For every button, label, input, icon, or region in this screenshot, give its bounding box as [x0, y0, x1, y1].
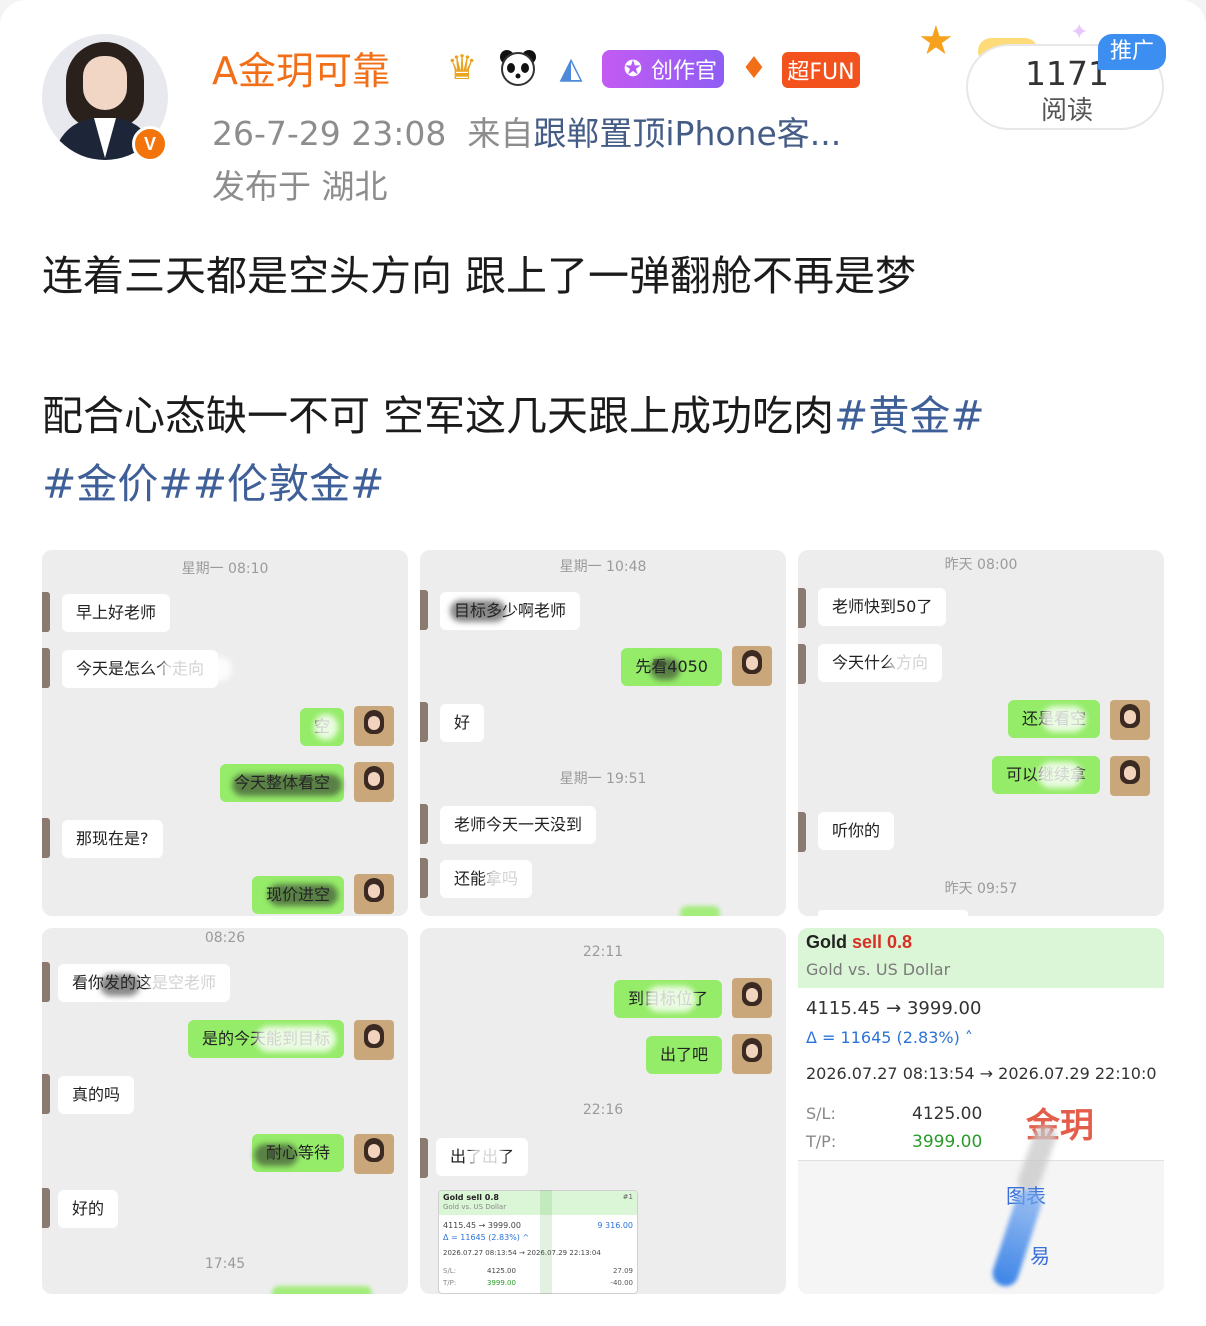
promo-badge[interactable]: 推广	[1098, 34, 1166, 70]
creator-badge[interactable]: ✪ 创作官	[602, 50, 724, 88]
teacher-avatar	[732, 646, 772, 686]
hashtag-london-gold[interactable]: #伦敦金#	[193, 460, 385, 508]
image-tile-5[interactable]: 22:11 到目标位了 出了吧 22:16 出了出了 Gold sell 0.8…	[420, 928, 786, 1294]
chat-bubble-left: 听你的	[818, 812, 895, 850]
teacher-avatar	[354, 762, 394, 802]
teacher-avatar	[354, 706, 394, 746]
teacher-avatar	[354, 874, 394, 914]
image-tile-4[interactable]: 08:26 看你发的这是空老师 是的今天能到目标 真的吗 耐心等待 好的 17:…	[42, 928, 408, 1294]
teacher-avatar	[1110, 756, 1150, 796]
chat-time: 星期一 08:10	[181, 561, 269, 577]
hashtag-gold[interactable]: #黄金#	[834, 392, 985, 440]
tp-label: T/P:	[806, 1132, 837, 1151]
sl-value: 4125.00	[912, 1104, 983, 1124]
mini-id: #1	[622, 1193, 633, 1201]
diamond-badge-icon[interactable]: ♦	[732, 46, 776, 90]
trade-prices: 4115.45 → 3999.00	[806, 998, 982, 1019]
mini-prices: 4115.45 → 3999.00	[443, 1221, 521, 1230]
image-tile-6[interactable]: Gold sell 0.8 Gold vs. US Dollar 4115.45…	[798, 928, 1164, 1294]
creator-badge-label: 创作官	[650, 59, 717, 84]
hashtag-gold-price[interactable]: #金价#	[42, 460, 193, 508]
post-location: 发布于 湖北	[212, 167, 388, 206]
image-tile-1[interactable]: 星期一 08:10 早上好老师 今天是怎么个走向 空 今天整体看空 那现在是? …	[42, 550, 408, 916]
image-tile-3[interactable]: 昨天 08:00 老师快到50了 今天什么方向 还是看空 可以继续拿 听你的 昨…	[798, 550, 1164, 916]
chat-bubble-right: 出了吧	[645, 1036, 722, 1074]
chat-time: 星期一 10:48	[559, 559, 647, 575]
post-timestamp: 26-7-29 23:08	[212, 114, 447, 153]
trade-title: Gold sell 0.8	[806, 932, 912, 953]
post-text-line-2: 配合心态缺一不可 空军这几天跟上成功吃肉#黄金#	[42, 382, 985, 450]
chat-time: 08:26	[204, 930, 246, 946]
crown-badge-icon[interactable]: ♛	[436, 46, 488, 90]
teacher-avatar	[732, 978, 772, 1018]
source-prefix: 来自	[467, 114, 534, 153]
tp-value: 3999.00	[912, 1132, 983, 1152]
weibo-post-card: V A金玥可靠 ♛ ◭ ✪ 创作官 ♦ 超FUN 26-7-29 23:08 来…	[0, 0, 1206, 1326]
chat-bubble-left: 好	[440, 704, 485, 742]
mini-sl-label: S/L:	[443, 1267, 457, 1275]
chat-bubble-left: 老师今天一天没到	[440, 806, 597, 844]
mini-sl: 4125.00	[487, 1267, 516, 1275]
post-text-line-3: #金价##伦敦金#	[42, 450, 384, 518]
chat-time: 星期一 19:51	[559, 771, 647, 787]
chat-time: 昨天 09:57	[944, 881, 1018, 897]
chat-bubble-left: 好的	[58, 1190, 119, 1228]
trade-screenshot-thumbnail: Gold sell 0.8 #1 Gold vs. US Dollar 4115…	[438, 1190, 638, 1294]
mini-title: Gold sell 0.8	[443, 1193, 499, 1202]
mini-right1: 27.09	[612, 1267, 633, 1275]
mini-right2: -40.00	[610, 1279, 633, 1287]
chat-time: 22:16	[582, 1102, 624, 1118]
trade-delta: Δ = 11645 (2.83%) ˄	[806, 1028, 973, 1047]
teacher-avatar	[354, 1134, 394, 1174]
chat-bubble-left: 真的吗	[58, 1076, 135, 1114]
read-label: 阅读	[1040, 96, 1093, 126]
teacher-avatar	[1110, 700, 1150, 740]
mini-tp: 3999.00	[487, 1279, 516, 1287]
trade-dates: 2026.07.27 08:13:54 → 2026.07.29 22:10:0	[806, 1064, 1157, 1083]
trade-side: sell 0.8	[852, 932, 913, 952]
chat-bubble-left: 早上好老师	[62, 594, 171, 632]
shark-badge-icon[interactable]: ◭	[548, 46, 594, 90]
chat-bubble-left: 那现在是?	[62, 820, 163, 858]
teacher-avatar	[732, 1034, 772, 1074]
mini-delta: Δ = 11645 (2.83%) ^	[443, 1233, 530, 1242]
post-text-line-1: 连着三天都是空头方向 跟上了一弹翻舱不再是梦	[42, 252, 917, 300]
panda-badge-icon[interactable]	[494, 46, 542, 90]
teacher-avatar	[354, 1020, 394, 1060]
author-name[interactable]: A金玥可靠	[212, 44, 390, 98]
post-source-link[interactable]: 跟郸置顶iPhone客...	[533, 114, 841, 153]
chat-time: 22:11	[582, 944, 624, 960]
chat-time: 昨天 08:00	[944, 557, 1018, 573]
verified-v-icon: V	[132, 126, 168, 162]
creator-star-icon: ✪	[623, 56, 643, 82]
mini-subtitle: Gold vs. US Dollar	[443, 1203, 507, 1211]
trade-symbol: Gold	[806, 932, 847, 952]
mini-dates: 2026.07.27 08:13:54 → 2026.07.29 22:13:0…	[443, 1249, 601, 1257]
mini-profit: 9 316.00	[597, 1221, 633, 1230]
image-tile-2[interactable]: 星期一 10:48 目标多少啊老师 先看4050 好 星期一 19:51 老师今…	[420, 550, 786, 916]
post-text-body: 配合心态缺一不可 空军这几天跟上成功吃肉	[42, 392, 835, 440]
post-meta: 26-7-29 23:08 来自跟郸置顶iPhone客...	[212, 110, 841, 158]
chat-bubble-left: 老师快到50了	[818, 588, 947, 626]
chat-time: 17:45	[204, 1256, 246, 1272]
sl-label: S/L:	[806, 1104, 836, 1123]
trade-link: 易	[1030, 1244, 1050, 1268]
mini-tp-label: T/P:	[443, 1279, 457, 1287]
superfun-badge[interactable]: 超FUN	[782, 52, 860, 88]
trade-subtitle: Gold vs. US Dollar	[806, 960, 951, 979]
